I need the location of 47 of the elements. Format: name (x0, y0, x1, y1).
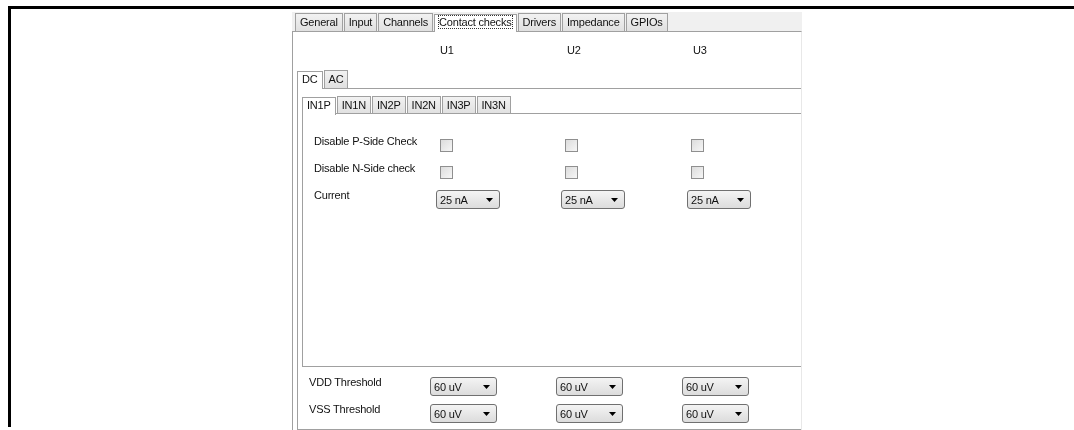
threshold-dropdown[interactable]: 60 uV (556, 404, 623, 423)
unit-label: U2 (567, 44, 582, 56)
checkbox[interactable] (440, 139, 453, 152)
tab[interactable]: IN2P (371, 96, 406, 114)
tab[interactable]: Input (343, 13, 378, 31)
caret-icon (483, 384, 490, 389)
threshold-dropdown[interactable]: 60 uV (430, 377, 497, 396)
threshold-dropdown[interactable]: 60 uV (682, 404, 749, 423)
caret-icon (735, 411, 742, 416)
unit-label: U3 (693, 44, 708, 56)
unit-label: U1 (440, 44, 455, 56)
checkbox[interactable] (440, 166, 453, 179)
tab[interactable]: Drivers (517, 13, 561, 31)
tab[interactable]: Contact checks (434, 14, 517, 32)
checkbox[interactable] (691, 139, 704, 152)
field-label: Current (314, 188, 351, 201)
tab[interactable]: IN1N (336, 96, 371, 114)
tab[interactable]: DC (297, 71, 323, 89)
tab[interactable]: GPIOs (625, 13, 668, 31)
checkbox[interactable] (691, 166, 704, 179)
tab[interactable]: Channels (378, 13, 434, 31)
tab[interactable]: General (295, 13, 343, 31)
threshold-dropdown[interactable]: 60 uV (430, 404, 497, 423)
checkbox[interactable] (565, 166, 578, 179)
caret-icon (611, 197, 618, 202)
tab[interactable]: IN1P (302, 97, 336, 115)
caret-icon (609, 384, 616, 389)
field-label: VDD Threshold (309, 375, 383, 388)
caret-icon (483, 411, 490, 416)
caret-icon (486, 197, 493, 202)
current-dropdown[interactable]: 25 nA (687, 190, 751, 209)
field-label: Disable P-Side Check (314, 134, 418, 147)
tab[interactable]: Impedance (561, 13, 625, 31)
current-dropdown[interactable]: 25 nA (561, 190, 625, 209)
current-dropdown[interactable]: 25 nA (436, 190, 500, 209)
threshold-dropdown[interactable]: 60 uV (682, 377, 749, 396)
caret-icon (737, 197, 744, 202)
field-label: VSS Threshold (309, 402, 382, 415)
threshold-dropdown[interactable]: 60 uV (556, 377, 623, 396)
tab[interactable]: AC (323, 70, 349, 88)
caret-icon (609, 411, 616, 416)
tab[interactable]: IN2N (406, 96, 441, 114)
field-label: Disable N-Side check (314, 161, 417, 174)
caret-icon (735, 384, 742, 389)
tab[interactable]: IN3P (441, 96, 476, 114)
checkbox[interactable] (565, 139, 578, 152)
tab[interactable]: IN3N (476, 96, 511, 114)
